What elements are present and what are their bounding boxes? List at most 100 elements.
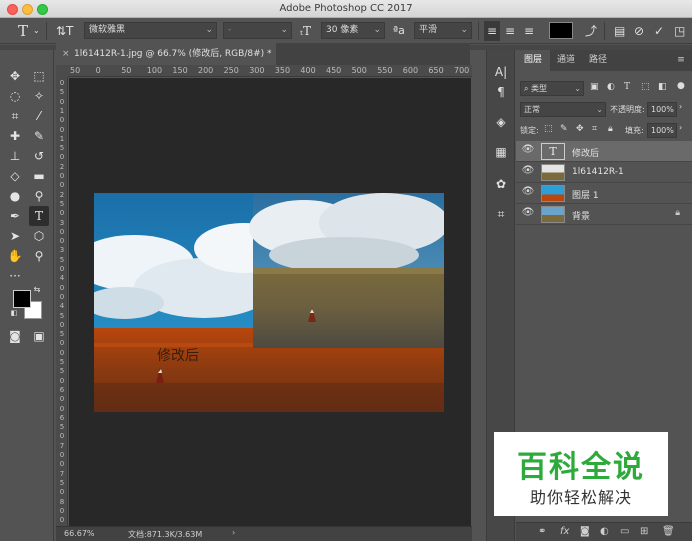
type-tool-icon[interactable]: T bbox=[18, 21, 28, 41]
align-left-icon[interactable]: ≡ bbox=[484, 21, 501, 41]
text-layer-on-canvas[interactable]: 修改后 bbox=[157, 345, 199, 365]
visibility-eye-icon[interactable]: 👁︎ bbox=[521, 165, 535, 179]
new-group-icon[interactable]: ▭ bbox=[620, 526, 629, 537]
status-arrow-icon[interactable]: › bbox=[232, 528, 235, 537]
brush-tool-icon[interactable]: ✎ bbox=[29, 126, 49, 146]
visibility-eye-icon[interactable]: 👁︎ bbox=[521, 207, 535, 221]
filter-toggle-icon[interactable]: ● bbox=[677, 81, 685, 91]
visibility-eye-icon[interactable]: 👁︎ bbox=[521, 186, 535, 200]
pen-tool-icon[interactable]: ✒ bbox=[5, 206, 25, 226]
layer-name[interactable]: 图层 1 bbox=[572, 188, 599, 201]
marquee-tool-icon[interactable]: ⬚ bbox=[29, 66, 49, 86]
align-center-icon[interactable]: ≡ bbox=[505, 21, 515, 41]
zoom-level[interactable]: 66.67% bbox=[64, 529, 95, 538]
tab-channels[interactable]: 通道 bbox=[550, 50, 582, 71]
swap-colors-icon[interactable]: ⇆ bbox=[31, 284, 43, 296]
opacity-input[interactable]: 100% bbox=[647, 102, 677, 117]
lock-artboard-icon[interactable]: ⌗ bbox=[592, 124, 597, 134]
antialias-select[interactable]: 平滑 ⌄ bbox=[414, 22, 472, 39]
layer-row-image[interactable]: 👁︎ 1l61412R-1 bbox=[516, 162, 692, 183]
healing-brush-tool-icon[interactable]: ✚ bbox=[5, 126, 25, 146]
layer-name[interactable]: 1l61412R-1 bbox=[572, 167, 624, 177]
font-family-select[interactable]: 微软雅黑 ⌄ bbox=[84, 22, 217, 39]
ruler-tick-label: 200 bbox=[198, 66, 214, 75]
new-layer-icon[interactable]: ⊞ bbox=[640, 526, 648, 537]
font-style-select[interactable]: - ⌄ bbox=[223, 22, 292, 39]
filter-adjustment-icon[interactable]: ◐ bbox=[607, 82, 615, 92]
warp-text-icon[interactable]: ⤴ bbox=[585, 21, 597, 41]
tab-paths[interactable]: 路径 bbox=[582, 50, 614, 71]
panel-menu-icon[interactable]: ≡ bbox=[672, 50, 690, 71]
foreground-color-swatch[interactable] bbox=[13, 290, 31, 308]
magic-wand-tool-icon[interactable]: ✧ bbox=[29, 86, 49, 106]
libraries-panel-icon[interactable]: ▦ bbox=[491, 142, 511, 162]
character-panel-icon[interactable]: ▤ bbox=[614, 21, 625, 41]
blend-mode-select[interactable]: 正常 ⌄ bbox=[520, 102, 606, 117]
type-tool-icon[interactable]: T bbox=[29, 206, 49, 226]
paragraph-panel-icon[interactable]: ¶ bbox=[491, 82, 511, 102]
visibility-eye-icon[interactable]: 👁︎ bbox=[521, 144, 535, 158]
transform-panel-icon[interactable]: ⌗ bbox=[491, 204, 511, 224]
gradient-tool-icon[interactable]: ▬ bbox=[29, 166, 49, 186]
ruler-origin[interactable] bbox=[56, 65, 68, 77]
zoom-tool-icon[interactable]: ⚲ bbox=[29, 246, 49, 266]
more-tools-icon[interactable]: ··· bbox=[5, 266, 25, 286]
blur-tool-icon[interactable]: ● bbox=[5, 186, 25, 206]
layer-row-layer1[interactable]: 👁︎ 图层 1 bbox=[516, 183, 692, 204]
text-color-swatch[interactable] bbox=[549, 22, 573, 39]
adjustments-panel-icon[interactable]: ✿ bbox=[491, 174, 511, 194]
filter-shape-icon[interactable]: ⬚ bbox=[641, 82, 650, 92]
opacity-chevron-icon[interactable]: › bbox=[679, 102, 682, 111]
fill-chevron-icon[interactable]: › bbox=[679, 123, 682, 132]
commit-check-icon[interactable]: ✓ bbox=[654, 21, 664, 41]
crop-tool-icon[interactable]: ⌗ bbox=[5, 106, 25, 126]
dodge-tool-icon[interactable]: ⚲ bbox=[29, 186, 49, 206]
lock-pixels-icon[interactable]: ✎ bbox=[560, 124, 568, 134]
horizontal-ruler[interactable]: 50 0 50 100 150 200 250 300 350 400 450 500 550 600 65… bbox=[68, 65, 472, 77]
delete-layer-icon[interactable]: 🗑︎ bbox=[662, 526, 675, 537]
filter-type-icon[interactable]: T bbox=[624, 82, 630, 92]
layers-panel-icon[interactable]: ◈ bbox=[491, 112, 511, 132]
layer-name[interactable]: 修改后 bbox=[572, 146, 599, 159]
layer-row-background[interactable]: 👁︎ 背景 🔒︎ bbox=[516, 204, 692, 225]
vertical-ruler[interactable]: 0501001502002503003504004505005506006507… bbox=[56, 77, 68, 526]
layer-name[interactable]: 背景 bbox=[572, 209, 590, 222]
fill-input[interactable]: 100% bbox=[647, 123, 677, 138]
screen-mode-icon[interactable]: ▣ bbox=[29, 326, 49, 346]
default-colors-icon[interactable]: ◧ bbox=[9, 308, 19, 318]
quick-mask-icon[interactable]: ◙ bbox=[5, 326, 25, 346]
layer-effects-icon[interactable]: fx bbox=[560, 526, 569, 537]
document-image[interactable] bbox=[94, 193, 444, 412]
tab-layers[interactable]: 图层 bbox=[516, 50, 550, 71]
move-tool-icon[interactable]: ✥ bbox=[5, 66, 25, 86]
toggle-text-orientation-icon[interactable]: ⇅T bbox=[56, 21, 73, 41]
layer-row-text[interactable]: 👁︎ T 修改后 bbox=[516, 141, 692, 162]
history-brush-tool-icon[interactable]: ↺ bbox=[29, 146, 49, 166]
lock-position-icon[interactable]: ✥ bbox=[576, 124, 584, 134]
close-document-icon[interactable]: × bbox=[62, 43, 70, 65]
character-panel-icon[interactable]: A| bbox=[491, 62, 511, 82]
lasso-tool-icon[interactable]: ◌ bbox=[5, 86, 25, 106]
filter-kind-select[interactable]: ⌕ 类型 ⌄ bbox=[520, 81, 584, 96]
align-right-icon[interactable]: ≡ bbox=[524, 21, 534, 41]
document-size-info[interactable]: 文档:871.3K/3.63M bbox=[128, 529, 202, 540]
eraser-tool-icon[interactable]: ◇ bbox=[5, 166, 25, 186]
path-selection-tool-icon[interactable]: ➤ bbox=[5, 226, 25, 246]
document-tab[interactable]: × 1l61412R-1.jpg @ 66.7% (修改后, RGB/8#) * bbox=[56, 43, 276, 65]
hand-tool-icon[interactable]: ✋ bbox=[5, 246, 25, 266]
lock-all-icon[interactable]: 🔒︎ bbox=[608, 124, 613, 134]
3d-text-icon[interactable]: ◳ bbox=[674, 21, 685, 41]
eyedropper-tool-icon[interactable]: ⁄ bbox=[29, 106, 49, 126]
chevron-down-icon[interactable]: ⌄ bbox=[33, 21, 40, 41]
ruler-tick-label: 0 bbox=[59, 506, 65, 515]
link-layers-icon[interactable]: ⚭ bbox=[538, 526, 546, 537]
shape-tool-icon[interactable]: ⬡ bbox=[29, 226, 49, 246]
cancel-icon[interactable]: ⊘ bbox=[634, 21, 644, 41]
add-mask-icon[interactable]: ◙ bbox=[580, 526, 590, 537]
new-adjustment-icon[interactable]: ◐ bbox=[600, 526, 609, 537]
lock-transparent-icon[interactable]: ⬚ bbox=[544, 124, 553, 134]
font-size-select[interactable]: 30 像素 ⌄ bbox=[321, 22, 385, 39]
filter-pixel-icon[interactable]: ▣ bbox=[590, 82, 599, 92]
clone-stamp-tool-icon[interactable]: ⊥ bbox=[5, 146, 25, 166]
filter-smart-object-icon[interactable]: ◧ bbox=[658, 82, 667, 92]
